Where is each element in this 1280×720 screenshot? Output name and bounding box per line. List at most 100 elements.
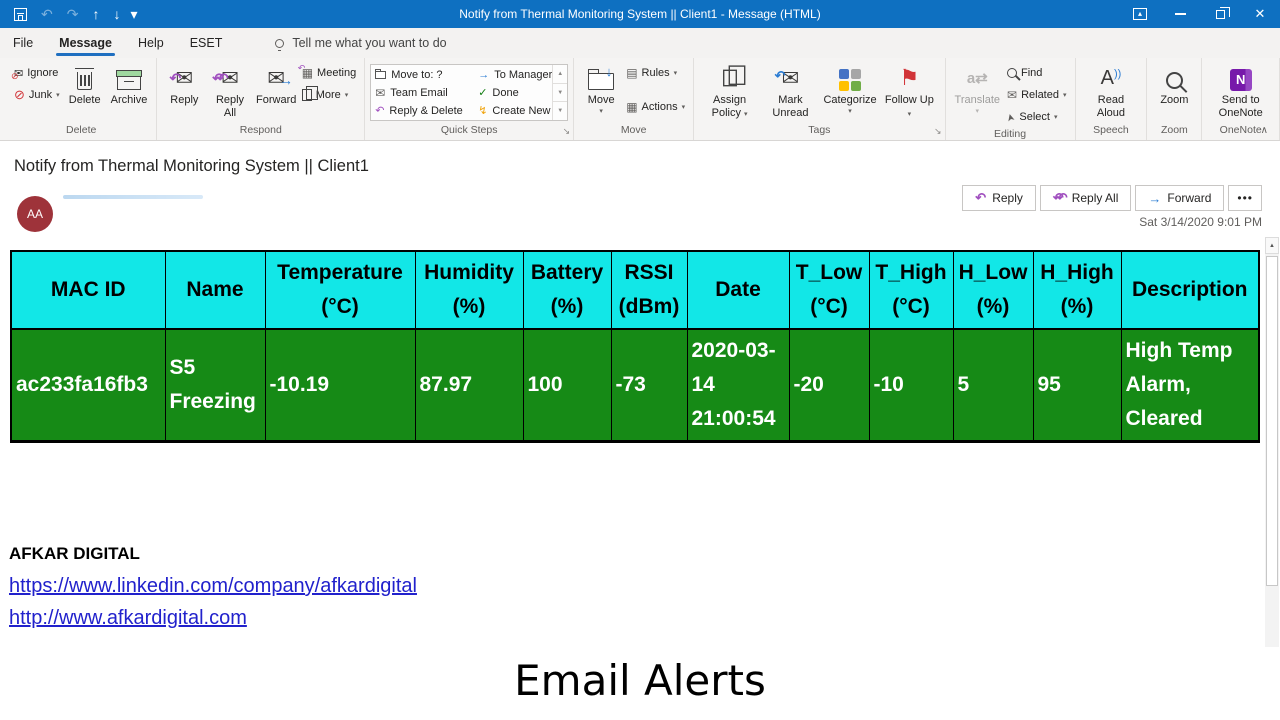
arrow-down-icon: ↓ bbox=[113, 6, 120, 22]
undo-button[interactable]: ↶ bbox=[41, 6, 53, 23]
reply-all-message-button[interactable]: ↶↶ Reply All bbox=[1040, 185, 1131, 211]
select-cursor-icon: ➤ bbox=[1005, 112, 1018, 123]
sound-waves-icon: )) bbox=[1114, 68, 1121, 80]
junk-button[interactable]: ⊘ Junk ▾ bbox=[11, 85, 63, 105]
follow-up-button[interactable]: ⚑ Follow Up ▾ bbox=[879, 61, 939, 122]
save-button[interactable] bbox=[14, 8, 27, 21]
related-envelope-icon: ✉ bbox=[1007, 88, 1017, 102]
move-button[interactable]: ↓ Move ▾ bbox=[579, 61, 623, 116]
arrow-right-icon: → bbox=[478, 69, 489, 81]
gallery-scroll-down-button[interactable]: ▼ bbox=[553, 83, 567, 102]
categorize-icon bbox=[839, 69, 861, 91]
scroll-up-button[interactable]: ▲ bbox=[1265, 237, 1279, 254]
tab-file[interactable]: File bbox=[0, 28, 46, 58]
forward-button[interactable]: ✉→ Forward bbox=[254, 61, 299, 108]
previous-item-button[interactable]: ↑ bbox=[92, 6, 99, 22]
sender-avatar[interactable]: AA bbox=[17, 196, 53, 232]
quick-step-reply-delete[interactable]: ↶ Reply & Delete bbox=[375, 102, 478, 120]
ribbon-group-quick-steps: Move to: ? → To Manager ✉ Team Email ✓ D… bbox=[365, 58, 574, 140]
restore-button[interactable] bbox=[1200, 0, 1240, 28]
col-header-date: Date bbox=[687, 251, 789, 329]
linkedin-link[interactable]: https://www.linkedin.com/company/afkardi… bbox=[9, 575, 417, 598]
undo-icon: ↶ bbox=[41, 6, 53, 23]
scrollbar-thumb[interactable] bbox=[1266, 256, 1278, 586]
more-actions-icon bbox=[302, 89, 312, 101]
tab-help[interactable]: Help bbox=[125, 28, 177, 58]
assign-policy-button[interactable]: Assign Policy ▾ bbox=[699, 61, 760, 122]
group-label-zoom: Zoom bbox=[1152, 123, 1196, 140]
collapse-ribbon-button[interactable]: ∧ bbox=[1261, 125, 1268, 136]
tell-me-box[interactable]: Tell me what you want to do bbox=[275, 36, 446, 50]
close-button[interactable]: ✕ bbox=[1240, 0, 1280, 28]
gallery-more-button[interactable]: ▼ bbox=[553, 101, 567, 120]
col-header-t-high: T_High (°C) bbox=[869, 251, 953, 329]
send-to-onenote-button[interactable]: N Send to OneNote bbox=[1207, 61, 1274, 121]
figure-caption: Email Alerts bbox=[0, 656, 1280, 705]
cell-name: S5 Freezing bbox=[165, 329, 265, 441]
forward-message-button[interactable]: → Forward bbox=[1135, 185, 1224, 211]
find-button[interactable]: Find bbox=[1004, 63, 1070, 83]
rules-button[interactable]: ▤ Rules ▾ bbox=[623, 63, 688, 83]
reply-arrow-icon: ↶ bbox=[170, 70, 182, 87]
gallery-scroll-up-button[interactable]: ▲ bbox=[553, 65, 567, 83]
cell-t-low: -20 bbox=[789, 329, 869, 441]
chevron-down-icon: ▾ bbox=[1054, 113, 1058, 121]
next-item-button[interactable]: ↓ bbox=[113, 6, 120, 22]
actions-button[interactable]: ▦ Actions ▾ bbox=[623, 97, 688, 117]
group-label-editing: Editing bbox=[951, 127, 1070, 142]
delete-button[interactable]: Delete bbox=[63, 61, 107, 108]
reply-message-button[interactable]: ↶ Reply bbox=[962, 185, 1036, 211]
reply-all-button[interactable]: ✉↶↶ Reply All bbox=[206, 61, 253, 121]
tab-eset[interactable]: ESET bbox=[177, 28, 236, 58]
reply-arrow-icon: ↶ bbox=[375, 104, 384, 117]
more-respond-button[interactable]: More ▾ bbox=[299, 85, 359, 105]
quick-step-create-new[interactable]: ↯ Create New bbox=[478, 102, 552, 120]
zoom-button[interactable]: Zoom bbox=[1152, 61, 1196, 108]
categorize-button[interactable]: Categorize ▾ bbox=[821, 61, 879, 116]
forward-arrow-icon: → bbox=[279, 72, 293, 88]
meeting-button[interactable]: ▦↶ Meeting bbox=[299, 63, 359, 83]
quick-step-done[interactable]: ✓ Done bbox=[478, 84, 552, 102]
mark-unread-button[interactable]: ✉↶ Mark Unread bbox=[760, 61, 821, 121]
col-header-temperature: Temperature (°C) bbox=[265, 251, 415, 329]
dialog-launcher-icon[interactable]: ↘ bbox=[934, 126, 942, 137]
quick-step-to-manager[interactable]: → To Manager bbox=[478, 66, 552, 84]
ribbon-group-tags: Assign Policy ▾ ✉↶ Mark Unread Categoriz… bbox=[694, 58, 945, 140]
reply-button[interactable]: ✉↶ Reply bbox=[162, 61, 206, 108]
sent-timestamp: Sat 3/14/2020 9:01 PM bbox=[1139, 215, 1262, 229]
sensor-alert-table: MAC ID Name Temperature (°C) Humidity (%… bbox=[10, 250, 1260, 443]
vertical-scrollbar[interactable]: ▲ bbox=[1265, 237, 1279, 647]
dialog-launcher-icon[interactable]: ↘ bbox=[563, 126, 571, 137]
col-header-h-high: H_High (%) bbox=[1033, 251, 1121, 329]
more-message-actions-button[interactable]: ••• bbox=[1228, 185, 1262, 211]
arrow-up-icon: ↑ bbox=[92, 6, 99, 22]
related-button[interactable]: ✉ Related ▾ bbox=[1004, 85, 1070, 105]
minimize-button[interactable] bbox=[1160, 0, 1200, 28]
tab-message[interactable]: Message bbox=[46, 28, 125, 58]
quick-step-team-email[interactable]: ✉ Team Email bbox=[375, 84, 478, 102]
minimize-icon bbox=[1175, 13, 1186, 15]
group-label-delete: Delete bbox=[11, 123, 151, 140]
message-actions: ↶ Reply ↶↶ Reply All → Forward ••• bbox=[962, 185, 1262, 211]
archive-button[interactable]: Archive bbox=[107, 61, 152, 108]
check-icon: ✓ bbox=[478, 86, 487, 99]
col-header-battery: Battery (%) bbox=[523, 251, 611, 329]
chevron-down-icon: ▾ bbox=[848, 107, 852, 115]
col-header-h-low: H_Low (%) bbox=[953, 251, 1033, 329]
quick-step-move-to[interactable]: Move to: ? bbox=[375, 66, 478, 84]
ellipsis-icon: ••• bbox=[1237, 191, 1253, 205]
ignore-button[interactable]: ✉⊘ Ignore bbox=[11, 63, 63, 83]
translate-button[interactable]: a⇄ Translate ▾ bbox=[951, 61, 1004, 116]
forward-arrow-icon: → bbox=[1148, 191, 1161, 206]
ribbon-display-options-button[interactable]: ▴ bbox=[1120, 0, 1160, 28]
folder-icon bbox=[375, 71, 386, 79]
select-button[interactable]: ➤ Select ▾ bbox=[1004, 107, 1070, 127]
col-header-description: Description bbox=[1121, 251, 1259, 329]
junk-icon: ⊘ bbox=[14, 87, 25, 103]
redo-button[interactable]: ↷ bbox=[67, 6, 79, 23]
lightbulb-icon bbox=[275, 39, 284, 48]
read-aloud-button[interactable]: A )) Read Aloud bbox=[1081, 61, 1142, 121]
ribbon-group-speech: A )) Read Aloud Speech bbox=[1076, 58, 1148, 140]
website-link[interactable]: http://www.afkardigital.com bbox=[9, 607, 247, 630]
customize-qat-button[interactable]: ▾ bbox=[130, 6, 137, 23]
